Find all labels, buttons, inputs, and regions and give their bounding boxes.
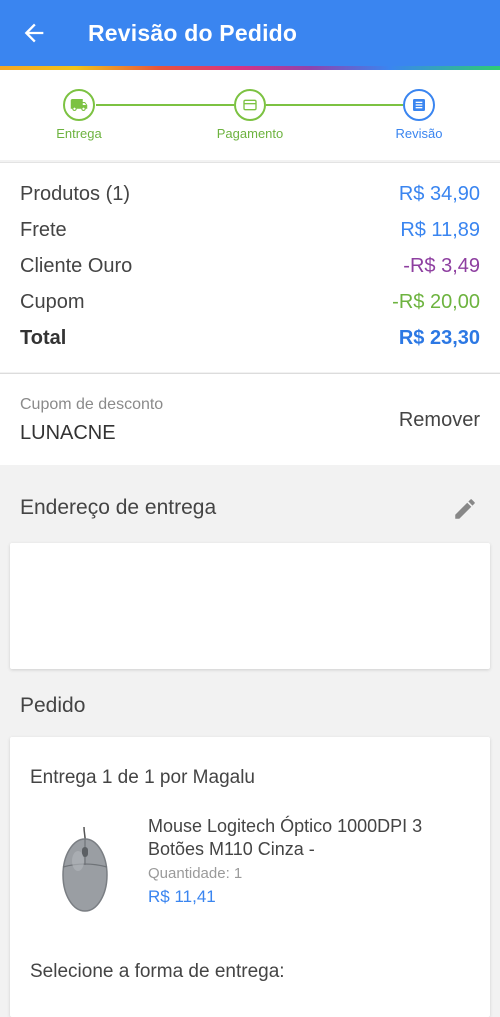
summary-label: Frete [20, 219, 67, 241]
product-name[interactable]: Mouse Logitech Óptico 1000DPI 3 Botões M… [148, 815, 468, 861]
order-summary: Produtos (1) R$ 34,90 Frete R$ 11,89 Cli… [0, 162, 500, 372]
step-label-payment: Pagamento [216, 126, 284, 141]
select-delivery-label: Selecione a forma de entrega: [30, 961, 285, 982]
coupon-code: LUNACNE [20, 422, 116, 444]
app-header: Revisão do Pedido [0, 0, 500, 66]
summary-value: R$ 11,89 [400, 219, 480, 241]
summary-value: R$ 23,30 [398, 327, 480, 349]
card-icon [243, 99, 257, 111]
summary-row-gold-client: Cliente Ouro -R$ 3,49 [20, 255, 480, 278]
summary-value: R$ 34,90 [398, 183, 480, 205]
summary-label: Total [20, 327, 67, 349]
remove-coupon-button[interactable]: Remover [399, 409, 480, 432]
product-quantity: Quantidade: 1 [148, 865, 242, 882]
address-card[interactable] [10, 543, 490, 669]
summary-row-products: Produtos (1) R$ 34,90 [20, 183, 480, 206]
page-title: Revisão do Pedido [88, 20, 298, 46]
step-review[interactable] [403, 89, 435, 121]
summary-label: Cliente Ouro [20, 255, 133, 277]
summary-value: -R$ 20,00 [392, 291, 480, 313]
summary-row-shipping: Frete R$ 11,89 [20, 219, 480, 242]
summary-row-coupon: Cupom -R$ 20,00 [20, 291, 480, 314]
order-section-title: Pedido [20, 694, 86, 717]
delivery-title: Entrega 1 de 1 por Magalu [30, 767, 255, 788]
truck-icon [70, 99, 88, 111]
summary-label: Produtos (1) [20, 183, 131, 205]
step-payment[interactable] [234, 89, 266, 121]
step-delivery[interactable] [63, 89, 95, 121]
summary-row-total: Total R$ 23,30 [20, 327, 480, 350]
step-connector [96, 104, 234, 106]
checkout-stepper: Entrega Pagamento Revisão [0, 70, 500, 160]
order-card: Entrega 1 de 1 por Magalu Mouse Logitech… [10, 737, 490, 1017]
coupon-section: Cupom de desconto LUNACNE Remover [0, 373, 500, 465]
quantity-label: Quantidade: [148, 865, 230, 882]
back-arrow-icon[interactable] [20, 19, 48, 47]
list-icon [413, 99, 425, 111]
coupon-label: Cupom de desconto [20, 396, 164, 413]
quantity-value: 1 [233, 865, 243, 882]
step-label-review: Revisão [395, 126, 443, 141]
step-label-delivery: Entrega [56, 126, 102, 141]
product-image [62, 826, 108, 912]
product-price: R$ 11,41 [148, 887, 216, 906]
summary-label: Cupom [20, 291, 85, 313]
step-connector [266, 104, 403, 106]
summary-value: -R$ 3,49 [403, 255, 480, 277]
address-section-title: Endereço de entrega [20, 496, 217, 519]
pencil-icon[interactable] [452, 496, 478, 522]
